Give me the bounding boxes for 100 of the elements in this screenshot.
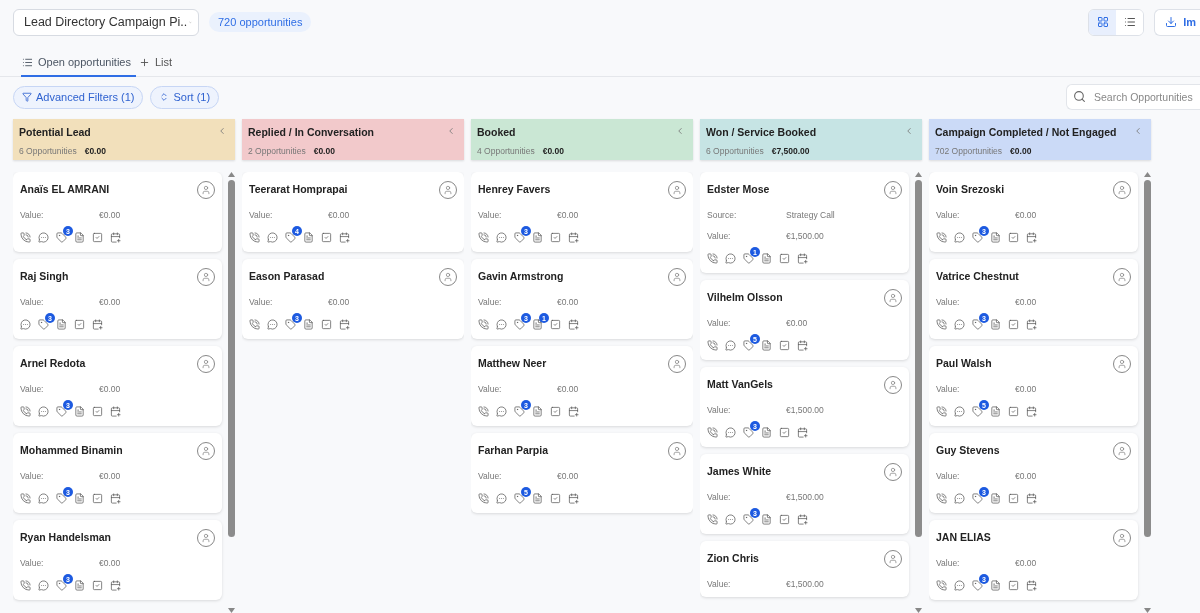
checkbox-icon[interactable] xyxy=(92,232,103,243)
phone-icon[interactable] xyxy=(936,319,947,330)
checkbox-icon[interactable] xyxy=(779,340,790,351)
assign-user-button[interactable] xyxy=(668,355,686,373)
scroll-up-arrow-icon[interactable] xyxy=(915,172,922,177)
assign-user-button[interactable] xyxy=(1113,529,1131,547)
tag-icon[interactable] xyxy=(285,232,296,243)
search-field[interactable]: Search Opportunities xyxy=(1066,84,1200,110)
import-button[interactable]: Im xyxy=(1154,8,1200,36)
assign-user-button[interactable] xyxy=(1113,442,1131,460)
assign-user-button[interactable] xyxy=(884,550,902,568)
calendar-icon[interactable] xyxy=(339,319,350,330)
phone-icon[interactable] xyxy=(936,406,947,417)
checkbox-icon[interactable] xyxy=(550,406,561,417)
calendar-icon[interactable] xyxy=(1026,319,1037,330)
assign-user-button[interactable] xyxy=(884,463,902,481)
chat-icon[interactable] xyxy=(267,232,278,243)
checkbox-icon[interactable] xyxy=(321,319,332,330)
phone-icon[interactable] xyxy=(936,580,947,591)
checkbox-icon[interactable] xyxy=(92,493,103,504)
phone-icon[interactable] xyxy=(20,232,31,243)
scrollbar[interactable] xyxy=(1144,172,1151,613)
document-icon[interactable] xyxy=(990,493,1001,504)
calendar-icon[interactable] xyxy=(797,514,808,525)
tag-icon[interactable] xyxy=(285,319,296,330)
phone-icon[interactable] xyxy=(478,319,489,330)
tag-icon[interactable] xyxy=(56,232,67,243)
tab[interactable]: Open opportunities xyxy=(21,56,136,77)
calendar-icon[interactable] xyxy=(568,232,579,243)
pipeline-dropdown[interactable]: Lead Directory Campaign Pi.. xyxy=(13,8,199,36)
assign-user-button[interactable] xyxy=(197,442,215,460)
tag-icon[interactable] xyxy=(743,340,754,351)
tag-icon[interactable] xyxy=(972,319,983,330)
calendar-icon[interactable] xyxy=(110,580,121,591)
chat-icon[interactable] xyxy=(496,232,507,243)
calendar-icon[interactable] xyxy=(1026,493,1037,504)
document-icon[interactable] xyxy=(761,427,772,438)
tag-icon[interactable] xyxy=(972,406,983,417)
checkbox-icon[interactable] xyxy=(550,319,561,330)
document-icon[interactable] xyxy=(74,580,85,591)
assign-user-button[interactable] xyxy=(884,376,902,394)
calendar-icon[interactable] xyxy=(92,319,103,330)
phone-icon[interactable] xyxy=(707,514,718,525)
assign-user-button[interactable] xyxy=(668,442,686,460)
tag-icon[interactable] xyxy=(972,580,983,591)
calendar-icon[interactable] xyxy=(568,319,579,330)
phone-icon[interactable] xyxy=(20,406,31,417)
assign-user-button[interactable] xyxy=(884,181,902,199)
chat-icon[interactable] xyxy=(954,580,965,591)
chat-icon[interactable] xyxy=(267,319,278,330)
phone-icon[interactable] xyxy=(249,319,260,330)
phone-icon[interactable] xyxy=(936,232,947,243)
phone-icon[interactable] xyxy=(478,493,489,504)
scrollbar[interactable] xyxy=(228,172,235,613)
tab[interactable]: List xyxy=(137,56,178,77)
phone-icon[interactable] xyxy=(478,406,489,417)
calendar-icon[interactable] xyxy=(568,406,579,417)
filter-chip[interactable]: Advanced Filters (1) xyxy=(13,85,144,109)
document-icon[interactable] xyxy=(532,232,543,243)
chat-icon[interactable] xyxy=(38,232,49,243)
scroll-up-arrow-icon[interactable] xyxy=(1144,172,1151,177)
tag-icon[interactable] xyxy=(743,514,754,525)
document-icon[interactable] xyxy=(990,232,1001,243)
tag-icon[interactable] xyxy=(56,493,67,504)
checkbox-icon[interactable] xyxy=(74,319,85,330)
calendar-icon[interactable] xyxy=(797,253,808,264)
phone-icon[interactable] xyxy=(707,253,718,264)
tag-icon[interactable] xyxy=(514,406,525,417)
chat-icon[interactable] xyxy=(954,406,965,417)
assign-user-button[interactable] xyxy=(197,181,215,199)
document-icon[interactable] xyxy=(532,319,543,330)
checkbox-icon[interactable] xyxy=(92,406,103,417)
checkbox-icon[interactable] xyxy=(92,580,103,591)
tag-icon[interactable] xyxy=(972,232,983,243)
document-icon[interactable] xyxy=(761,340,772,351)
phone-icon[interactable] xyxy=(707,340,718,351)
phone-icon[interactable] xyxy=(249,232,260,243)
tag-icon[interactable] xyxy=(972,493,983,504)
checkbox-icon[interactable] xyxy=(550,493,561,504)
checkbox-icon[interactable] xyxy=(321,232,332,243)
chat-icon[interactable] xyxy=(38,493,49,504)
assign-user-button[interactable] xyxy=(884,289,902,307)
document-icon[interactable] xyxy=(74,493,85,504)
tag-icon[interactable] xyxy=(514,493,525,504)
document-icon[interactable] xyxy=(74,232,85,243)
view-toggle-button[interactable] xyxy=(1089,9,1117,35)
calendar-icon[interactable] xyxy=(110,406,121,417)
checkbox-icon[interactable] xyxy=(550,232,561,243)
checkbox-icon[interactable] xyxy=(1008,319,1019,330)
chat-icon[interactable] xyxy=(954,319,965,330)
tag-icon[interactable] xyxy=(56,580,67,591)
assign-user-button[interactable] xyxy=(197,268,215,286)
assign-user-button[interactable] xyxy=(1113,268,1131,286)
tag-icon[interactable] xyxy=(38,319,49,330)
tag-icon[interactable] xyxy=(743,427,754,438)
filter-chip[interactable]: Sort (1) xyxy=(150,85,220,109)
document-icon[interactable] xyxy=(303,319,314,330)
checkbox-icon[interactable] xyxy=(1008,406,1019,417)
tag-icon[interactable] xyxy=(514,232,525,243)
document-icon[interactable] xyxy=(56,319,67,330)
